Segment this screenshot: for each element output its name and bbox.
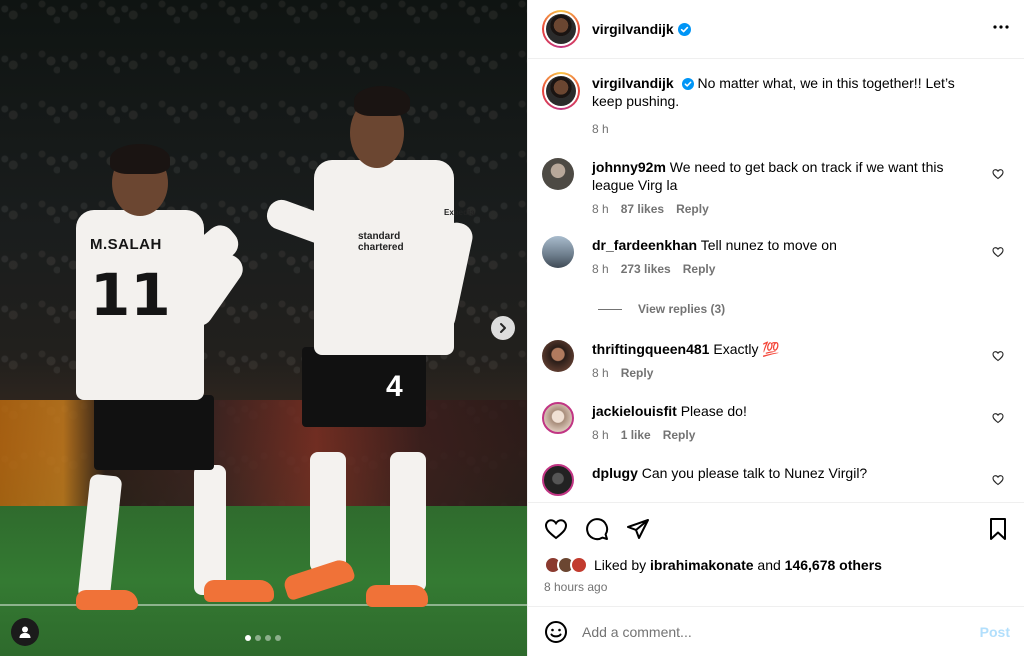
emoji-icon[interactable] bbox=[544, 620, 568, 644]
like-comment-heart-icon[interactable] bbox=[992, 246, 1004, 258]
carousel-indicator bbox=[245, 635, 281, 641]
comment-item: dr_fardeenkhan Tell nunez to move on 8 h… bbox=[542, 236, 1010, 276]
author-avatar[interactable] bbox=[542, 72, 580, 110]
comment-username[interactable]: johnny92m bbox=[592, 159, 666, 175]
like-comment-heart-icon[interactable] bbox=[992, 350, 1004, 362]
shirt-sponsor: standard chartered bbox=[358, 231, 404, 253]
comment-username[interactable]: dr_fardeenkhan bbox=[592, 237, 697, 253]
comment-item: dplugy Can you please talk to Nunez Virg… bbox=[542, 464, 1010, 496]
view-replies-label: View replies (3) bbox=[638, 302, 726, 316]
caption-username[interactable]: virgilvandijk bbox=[592, 75, 674, 91]
comment-username[interactable]: thriftingqueen481 bbox=[592, 341, 709, 357]
add-comment-bar: Post bbox=[528, 606, 1024, 656]
more-options-button[interactable] bbox=[992, 18, 1010, 40]
liked-by-and: and bbox=[757, 557, 781, 573]
liked-by-prefix: Liked by bbox=[594, 557, 647, 573]
comment-time: 8 h bbox=[592, 262, 609, 276]
author-username[interactable]: virgilvandijk bbox=[592, 21, 674, 37]
post-media[interactable]: M.SALAH 11 4 standard chartered Expedia bbox=[0, 0, 527, 656]
commenter-avatar[interactable] bbox=[542, 158, 574, 190]
comment-time: 8 h bbox=[592, 428, 609, 442]
comment-time: 8 h bbox=[592, 202, 609, 216]
reply-button[interactable]: Reply bbox=[683, 262, 716, 276]
comment-text: Exactly 💯 bbox=[713, 341, 780, 357]
commenter-avatar[interactable] bbox=[542, 464, 574, 496]
comment-likes[interactable]: 1 like bbox=[621, 428, 651, 442]
post-caption: virgilvandijk No matter what, we in this… bbox=[542, 72, 1010, 136]
author-avatar[interactable] bbox=[542, 10, 580, 48]
share-paper-plane-icon[interactable] bbox=[626, 517, 650, 541]
commenter-avatar[interactable] bbox=[542, 340, 574, 372]
save-bookmark-icon[interactable] bbox=[986, 517, 1010, 541]
post-header: virgilvandijk bbox=[528, 0, 1024, 59]
comment-text: Can you please talk to Nunez Virgil? bbox=[641, 465, 868, 481]
tagged-users-button[interactable] bbox=[11, 618, 39, 646]
chevron-right-icon bbox=[500, 323, 506, 333]
verified-badge-icon bbox=[681, 78, 694, 90]
comment-username[interactable]: dplugy bbox=[592, 465, 638, 481]
commenter-avatar[interactable] bbox=[542, 402, 574, 434]
post-actions-bar bbox=[528, 502, 1024, 554]
replies-divider bbox=[598, 308, 622, 310]
post-side-panel: virgilvandijk virgilvandijk No matter wh… bbox=[527, 0, 1024, 656]
comment-time: 8 h bbox=[592, 366, 609, 380]
commenter-avatar[interactable] bbox=[542, 236, 574, 268]
liker-avatars bbox=[544, 556, 588, 574]
comment-text: Tell nunez to move on bbox=[700, 237, 837, 253]
instagram-post: M.SALAH 11 4 standard chartered Expedia bbox=[0, 0, 1024, 656]
comment-likes[interactable]: 87 likes bbox=[621, 202, 664, 216]
like-comment-heart-icon[interactable] bbox=[992, 474, 1004, 486]
sleeve-sponsor: Expedia bbox=[444, 208, 475, 217]
verified-badge-icon bbox=[677, 22, 691, 36]
carousel-dot bbox=[265, 635, 271, 641]
comment-item: jackielouisfit Please do! 8 h 1 like Rep… bbox=[542, 402, 1010, 442]
likes-count[interactable]: 146,678 others bbox=[785, 557, 882, 573]
like-comment-heart-icon[interactable] bbox=[992, 168, 1004, 180]
carousel-dot bbox=[255, 635, 261, 641]
caption-time: 8 h bbox=[592, 122, 609, 136]
comment-input[interactable] bbox=[582, 623, 980, 640]
comment-text: Please do! bbox=[680, 403, 747, 419]
like-heart-icon[interactable] bbox=[544, 517, 568, 541]
more-horizontal-icon bbox=[993, 25, 1009, 29]
comments-list[interactable]: virgilvandijk No matter what, we in this… bbox=[528, 59, 1024, 502]
comment-item: johnny92m We need to get back on track i… bbox=[542, 158, 1010, 216]
comment-bubble-icon[interactable] bbox=[585, 517, 609, 541]
liker-avatar bbox=[570, 556, 588, 574]
comment-username[interactable]: jackielouisfit bbox=[592, 403, 677, 419]
like-comment-heart-icon[interactable] bbox=[992, 412, 1004, 424]
player-left: M.SALAH 11 bbox=[70, 140, 274, 610]
comment-likes[interactable]: 273 likes bbox=[621, 262, 671, 276]
reply-button[interactable]: Reply bbox=[676, 202, 709, 216]
carousel-dot bbox=[275, 635, 281, 641]
carousel-dot bbox=[245, 635, 251, 641]
user-icon bbox=[19, 626, 31, 638]
player-left-name: M.SALAH bbox=[90, 236, 162, 253]
comment-item: thriftingqueen481 Exactly 💯 8 h Reply bbox=[542, 340, 1010, 380]
player-left-number: 11 bbox=[90, 261, 171, 329]
reply-button[interactable]: Reply bbox=[621, 366, 654, 380]
player-right-shorts-number: 4 bbox=[386, 370, 403, 403]
reply-button[interactable]: Reply bbox=[663, 428, 696, 442]
likes-summary[interactable]: Liked by ibrahimakonate and 146,678 othe… bbox=[528, 554, 1024, 576]
post-comment-button[interactable]: Post bbox=[980, 624, 1010, 640]
post-timestamp[interactable]: 8 hours ago bbox=[528, 576, 1024, 606]
next-slide-button[interactable] bbox=[491, 316, 515, 340]
view-replies-button[interactable]: View replies (3) bbox=[598, 302, 1010, 316]
player-right: 4 standard chartered Expedia bbox=[258, 82, 478, 612]
liked-by-user[interactable]: ibrahimakonate bbox=[650, 557, 753, 573]
